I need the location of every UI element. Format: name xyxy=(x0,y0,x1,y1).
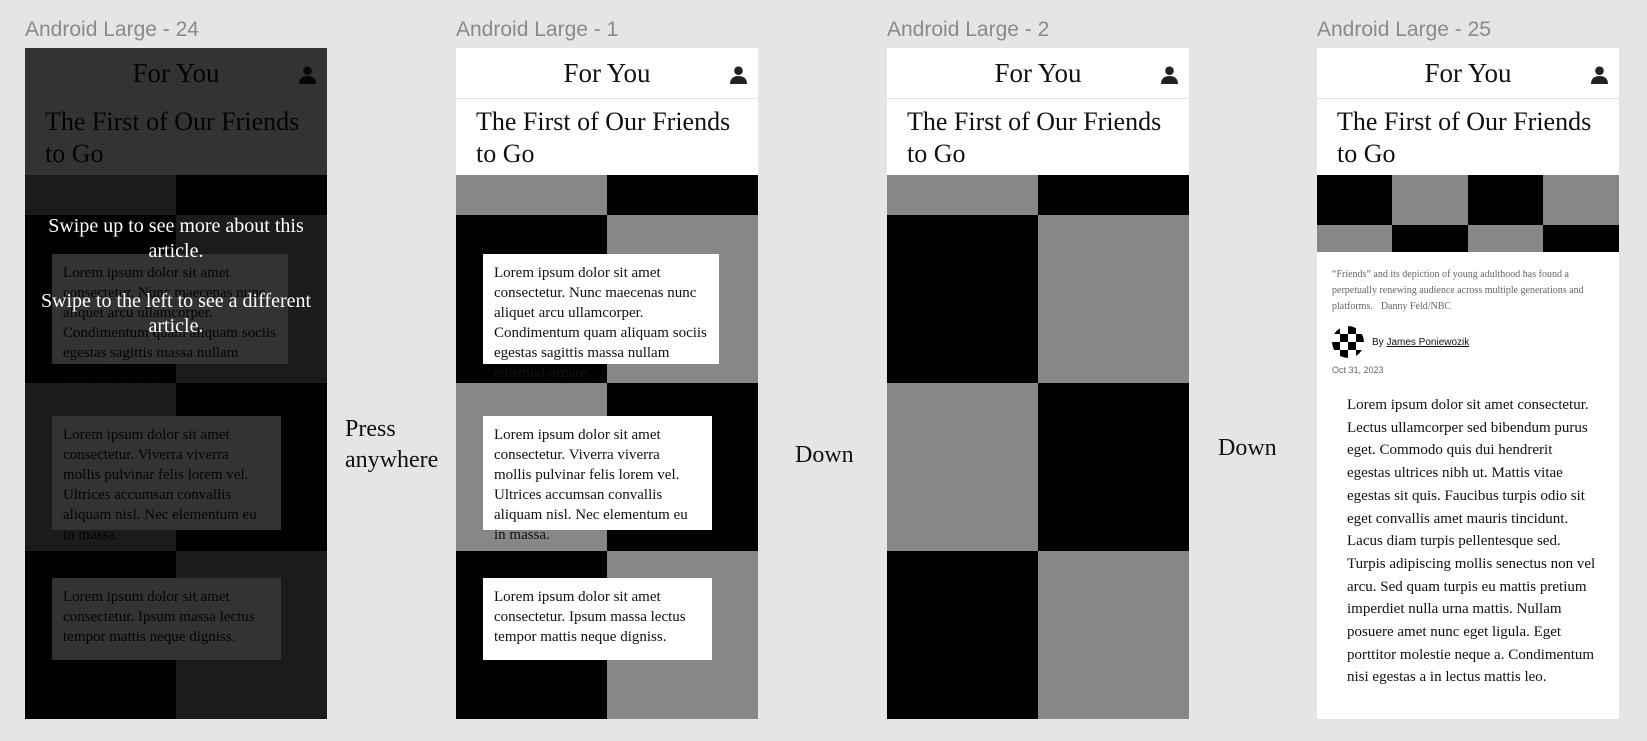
author-link[interactable]: James Poniewozik xyxy=(1386,337,1469,348)
phone-frame-image: For You The First of Our Friends to Go xyxy=(887,48,1189,719)
phone-frame-feed: For You The First of Our Friends to Go L… xyxy=(456,48,758,719)
byline-prefix: By xyxy=(1372,336,1384,348)
article-headline: The First of Our Friends to Go xyxy=(907,107,1162,168)
caption-text: “Friends” and its depiction of young adu… xyxy=(1332,269,1584,312)
frame-label: Android Large - 25 xyxy=(1317,18,1491,41)
summary-text: Lorem ipsum dolor sit amet consectetur. … xyxy=(494,427,688,543)
onboarding-overlay[interactable]: Swipe up to see more about this article.… xyxy=(25,48,327,719)
article-image[interactable] xyxy=(887,175,1189,719)
article-paragraph: Lorem ipsum dolor sit amet consectetur. … xyxy=(1347,397,1589,527)
person-icon[interactable] xyxy=(1161,66,1178,84)
top-app-bar: For You xyxy=(1317,48,1619,99)
byline-text: By James Poniewozik xyxy=(1372,337,1469,348)
top-app-bar: For You xyxy=(456,48,758,99)
swipe-up-hint: Swipe up to see more about this article. xyxy=(48,215,304,262)
person-icon[interactable] xyxy=(730,66,747,84)
app-title: For You xyxy=(1424,58,1512,88)
article-body: Lorem ipsum dolor sit amet consectetur. … xyxy=(1347,394,1597,689)
top-app-bar: For You xyxy=(887,48,1189,99)
summary-card[interactable]: Lorem ipsum dolor sit amet consectetur. … xyxy=(483,254,719,381)
summary-card[interactable]: Lorem ipsum dolor sit amet consectetur. … xyxy=(483,578,712,660)
article-headline: The First of Our Friends to Go xyxy=(1337,107,1592,168)
frame-label: Android Large - 1 xyxy=(456,18,619,41)
person-icon[interactable] xyxy=(1591,66,1608,84)
photo-credit: Danny Feld/NBC xyxy=(1380,301,1452,312)
phone-frame-article: For You The First of Our Friends to Go “… xyxy=(1317,48,1619,719)
summary-card[interactable]: Lorem ipsum dolor sit amet consectetur. … xyxy=(483,416,712,543)
byline: By James Poniewozik xyxy=(1332,326,1612,358)
app-title: For You xyxy=(994,58,1082,88)
step-label: Press anywhere xyxy=(345,416,439,473)
swipe-left-hint: Swipe to the left to see a different art… xyxy=(40,290,312,337)
step-label: Down xyxy=(795,442,854,468)
image-caption: “Friends” and its depiction of young adu… xyxy=(1332,267,1612,315)
phone-frame-onboarding: For You The First of Our Friends to Go L… xyxy=(25,48,327,719)
step-label: Down xyxy=(1218,435,1277,461)
summary-text: Lorem ipsum dolor sit amet consectetur. … xyxy=(494,265,707,381)
app-title: For You xyxy=(563,58,651,88)
article-headline: The First of Our Friends to Go xyxy=(476,107,731,168)
article-paragraph: Lacus diam turpis pellentesque sed. Turp… xyxy=(1347,533,1596,686)
publish-date: Oct 31, 2023 xyxy=(1332,365,1384,375)
frame-label: Android Large - 24 xyxy=(25,18,199,41)
article-image[interactable] xyxy=(1317,175,1619,252)
summary-text: Lorem ipsum dolor sit amet consectetur. … xyxy=(494,589,686,645)
frame-label: Android Large - 2 xyxy=(887,18,1050,41)
author-avatar[interactable] xyxy=(1332,326,1364,358)
